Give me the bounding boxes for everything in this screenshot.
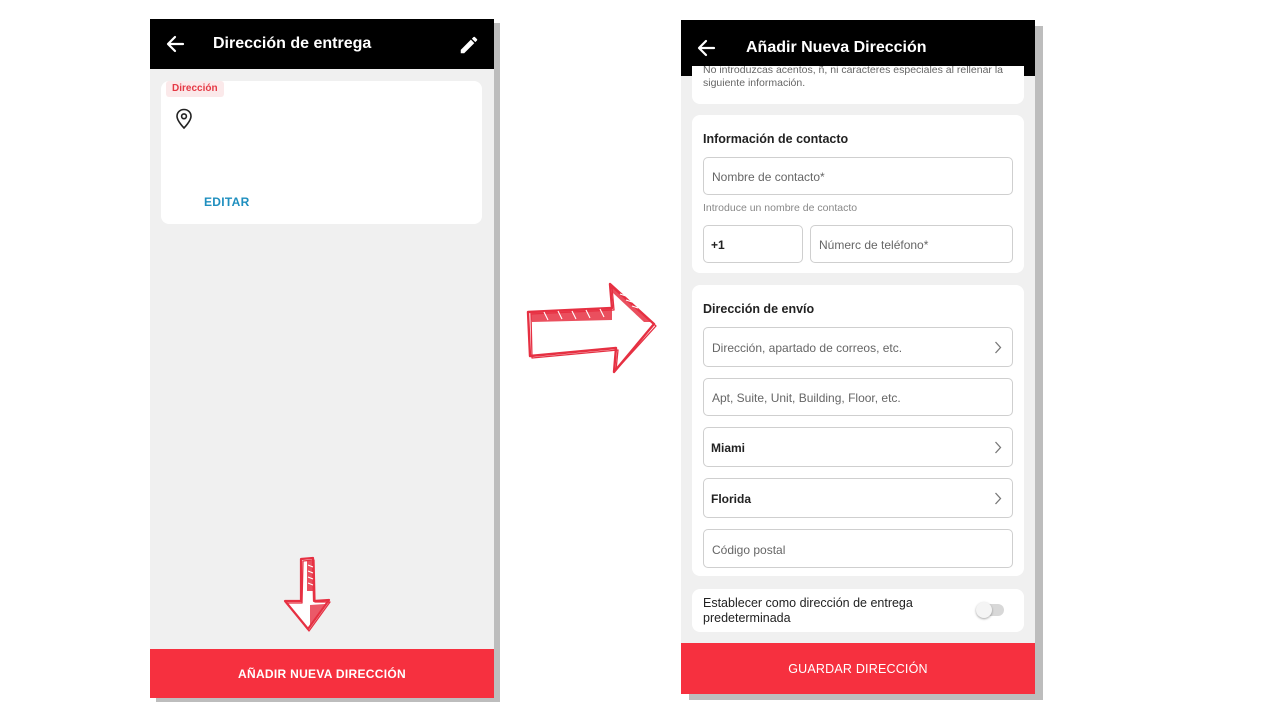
- city-value: Miami: [711, 441, 746, 455]
- phone-number-field[interactable]: [810, 225, 1013, 264]
- phone-number-input[interactable]: [817, 226, 992, 264]
- address-tag: Dirección: [166, 81, 224, 97]
- edit-address-link[interactable]: EDITAR: [204, 195, 250, 209]
- hand-drawn-right-arrow-icon: [526, 282, 657, 374]
- notice-card: No introduzcas acentos, ñ, ni caracteres…: [692, 66, 1024, 104]
- default-address-card: Establecer como dirección de entrega pre…: [692, 589, 1024, 632]
- chevron-right-icon: [995, 341, 1002, 354]
- chevron-right-icon: [995, 492, 1002, 505]
- hand-drawn-down-arrow-icon: [283, 556, 331, 632]
- shipping-address-card: Dirección de envío Miami Florida: [692, 285, 1024, 576]
- contact-name-input[interactable]: [710, 158, 976, 196]
- notice-text: No introduzcas acentos, ñ, ni caracteres…: [703, 66, 1003, 89]
- chevron-right-icon: [995, 441, 1002, 454]
- default-address-label: Establecer como dirección de entrega pre…: [703, 596, 913, 625]
- phone-code-value: +1: [711, 238, 725, 252]
- contact-name-field[interactable]: [703, 157, 1013, 196]
- toggle-knob: [976, 602, 992, 618]
- page-title: Dirección de entrega: [213, 35, 372, 52]
- address-card: Dirección EDITAR: [161, 81, 482, 224]
- location-pin-icon: [176, 108, 192, 130]
- apt-input[interactable]: [710, 379, 976, 417]
- delivery-address-screen: Dirección de entrega Dirección EDITAR AÑ…: [150, 19, 494, 698]
- zip-input[interactable]: [710, 530, 976, 569]
- back-arrow-icon[interactable]: [695, 36, 717, 60]
- add-new-address-screen: Añadir Nueva Dirección No introduzcas ac…: [681, 20, 1035, 694]
- contact-name-hint: Introduce un nombre de contacto: [703, 202, 858, 214]
- shipping-section-title: Dirección de envío: [703, 302, 815, 316]
- state-value: Florida: [711, 492, 752, 506]
- state-field[interactable]: Florida: [703, 478, 1013, 518]
- address-field[interactable]: [703, 327, 1013, 368]
- contact-info-card: Información de contacto Introduce un nom…: [692, 115, 1024, 273]
- back-arrow-icon[interactable]: [164, 32, 186, 56]
- add-new-address-button[interactable]: AÑADIR NUEVA DIRECCIÓN: [150, 649, 494, 698]
- contact-section-title: Información de contacto: [703, 132, 849, 146]
- apt-field[interactable]: [703, 378, 1013, 417]
- default-address-toggle[interactable]: [976, 602, 1004, 618]
- top-app-bar: Dirección de entrega: [150, 19, 494, 69]
- city-field[interactable]: Miami: [703, 427, 1013, 467]
- zip-field[interactable]: [703, 529, 1013, 569]
- save-address-button[interactable]: GUARDAR DIRECCIÓN: [681, 643, 1035, 694]
- address-input[interactable]: [710, 328, 976, 368]
- page-title: Añadir Nueva Dirección: [746, 39, 927, 56]
- pencil-icon[interactable]: [458, 34, 480, 56]
- phone-code-field[interactable]: +1: [703, 225, 803, 263]
